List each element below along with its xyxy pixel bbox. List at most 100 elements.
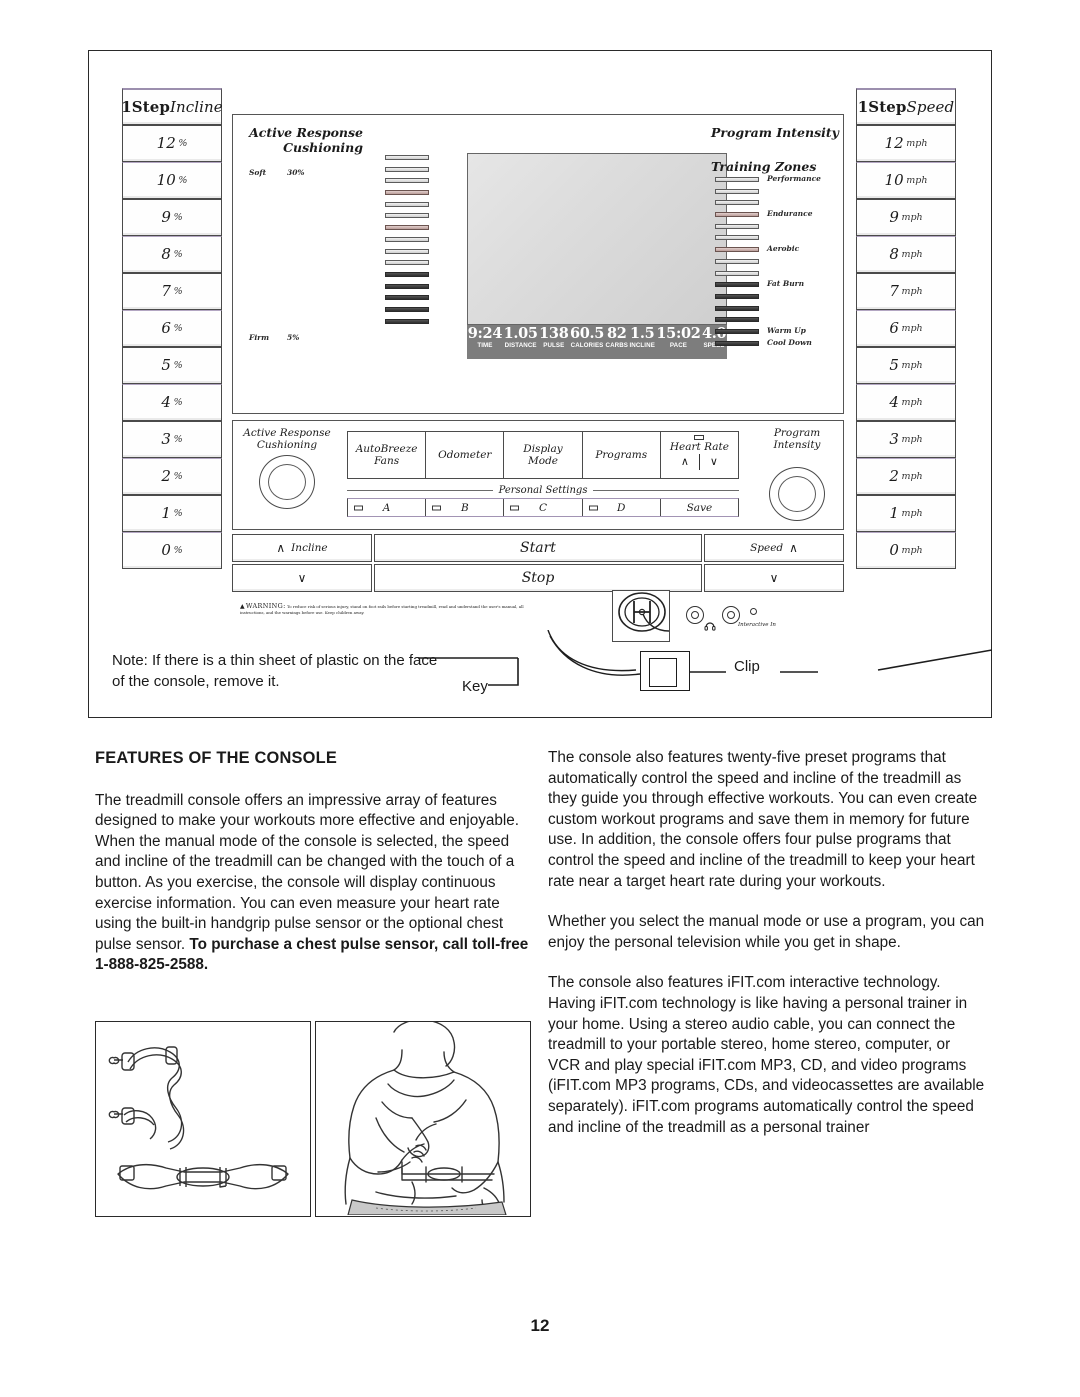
- stop-button[interactable]: Stop: [374, 563, 702, 592]
- setting-label: C: [538, 501, 548, 514]
- incline-key-9[interactable]: 9%: [122, 199, 222, 236]
- incline-key-6[interactable]: 6%: [122, 310, 222, 347]
- incline-key-7[interactable]: 7%: [122, 273, 222, 310]
- cushioning-firm-value: 5%: [287, 333, 300, 342]
- incline-key-12[interactable]: 12%: [122, 125, 222, 162]
- setting-label: B: [460, 501, 469, 514]
- button-label: AutoBreeze: [355, 443, 418, 455]
- setting-label: D: [617, 501, 626, 514]
- personal-settings-title: Personal Settings: [498, 485, 588, 496]
- speed-key-10[interactable]: 10 mph: [856, 162, 956, 199]
- incline-key-2[interactable]: 2%: [122, 458, 222, 495]
- training-zone-bar-12: [715, 305, 759, 311]
- training-zone-indicator: Performance Endurance Aerobic Fat Burn Warm …: [715, 174, 821, 352]
- chevron-down-icon: ∨: [297, 570, 307, 585]
- speed-key-5[interactable]: 5 mph: [856, 347, 956, 384]
- speed-key-6[interactable]: 6 mph: [856, 310, 956, 347]
- lower-control-row: ∨ Stop ∨: [232, 563, 844, 592]
- speed-key-1[interactable]: 1 mph: [856, 495, 956, 532]
- training-zone-bar-2: [715, 188, 759, 194]
- start-button[interactable]: Start: [374, 534, 702, 562]
- personal-setting-b[interactable]: B: [426, 499, 505, 516]
- readout-incline: 1.5 INCLINE: [629, 326, 656, 349]
- training-zone-label-7: Aerobic: [767, 244, 800, 254]
- chest-sensor-figures: [95, 1021, 531, 1217]
- personal-setting-d[interactable]: D: [582, 499, 661, 516]
- button-programs[interactable]: Programs: [582, 432, 661, 478]
- training-zone-bar-3: [715, 200, 759, 206]
- speed-key-0[interactable]: 0 mph: [856, 532, 956, 569]
- incline-down-button[interactable]: ∨: [232, 563, 372, 592]
- training-zone-label-4: Endurance: [767, 209, 813, 219]
- divider: [698, 453, 700, 470]
- incline-key-10[interactable]: 10%: [122, 162, 222, 199]
- button-odometer[interactable]: Odometer: [426, 432, 505, 478]
- incline-key-5[interactable]: 5%: [122, 347, 222, 384]
- incline-header-key[interactable]: 1StepIncline: [121, 88, 223, 125]
- speed-key-4[interactable]: 4 mph: [856, 384, 956, 421]
- incline-key-1[interactable]: 1%: [122, 495, 222, 532]
- personal-setting-c[interactable]: C: [504, 499, 583, 516]
- button-heart-rate[interactable]: Heart Rate ∧ ∨: [660, 432, 739, 478]
- speed-key-column: 1StepSpeed 12 mph 10 mph 9 mph 8 mph 7 mph 6 mph 5 mph…: [856, 88, 956, 569]
- right-paragraph-2: Whether you select the manual mode or us…: [548, 913, 985, 951]
- wearer-figure: [315, 1021, 531, 1217]
- setting-led-icon: [510, 505, 520, 510]
- speed-key-9[interactable]: 9 mph: [856, 199, 956, 236]
- incline-key-0[interactable]: 0%: [122, 532, 222, 569]
- save-button[interactable]: Save: [660, 499, 739, 516]
- button-label: Heart Rate: [669, 440, 729, 453]
- speed-up-button[interactable]: Speed ∧: [704, 534, 844, 562]
- cushioning-bar-7: [385, 225, 429, 231]
- start-stop-control-rows: ∧ Incline Start Speed ∧ ∨ Stop ∨: [232, 534, 844, 592]
- speed-key-8[interactable]: 8 mph: [856, 236, 956, 273]
- speed-up-label: Speed: [750, 542, 784, 554]
- training-zone-bar-10: [715, 282, 759, 288]
- console-control-deck: Active Response Cushioning AutoBreeze Fan…: [232, 420, 844, 530]
- key-clip-illustration: [640, 651, 690, 691]
- speed-key-2[interactable]: 2 mph: [856, 458, 956, 495]
- speed-down-button[interactable]: ∨: [704, 563, 844, 592]
- cushioning-knob[interactable]: [259, 455, 315, 509]
- rule-right: [593, 490, 740, 491]
- button-autobreeze[interactable]: AutoBreeze Fans: [348, 432, 427, 478]
- training-zone-bar-11: [715, 293, 759, 299]
- incline-key-4[interactable]: 4%: [122, 384, 222, 421]
- speed-key-7[interactable]: 7 mph: [856, 273, 956, 310]
- personal-television-screen: [467, 153, 727, 325]
- heart-rate-down-icon[interactable]: ∨: [710, 455, 718, 468]
- cushioning-bar-2: [385, 166, 429, 172]
- training-zone-bar-4: [715, 212, 759, 218]
- chevron-up-icon: ∧: [276, 541, 286, 555]
- program-intensity-knob[interactable]: [769, 467, 825, 521]
- training-zone-bar-5: [715, 223, 759, 229]
- readout-value: 15:02: [656, 325, 701, 342]
- button-label: Odometer: [438, 449, 492, 461]
- chevron-down-icon: ∨: [769, 570, 779, 585]
- readout-pulse: 138 PULSE: [538, 326, 569, 349]
- training-zone-label-15: Cool Down: [767, 337, 812, 347]
- upper-control-row: ∧ Incline Start Speed ∧: [232, 534, 844, 562]
- speed-key-12[interactable]: 12 mph: [856, 125, 956, 162]
- console-upper-panel: Active Response Cushioning Soft 30% Firm…: [232, 114, 844, 414]
- personal-setting-a[interactable]: A: [348, 499, 427, 516]
- button-display[interactable]: Display Mode: [504, 432, 583, 478]
- right-paragraph-1: The console also features twenty-five pr…: [548, 749, 978, 890]
- speed-header-key[interactable]: 1StepSpeed: [856, 88, 956, 125]
- active-response-cushioning-knob-group[interactable]: Active Response Cushioning: [239, 427, 335, 509]
- incline-key-3[interactable]: 3%: [122, 421, 222, 458]
- right-paragraph-3: The console also features iFIT.com inter…: [548, 974, 985, 1136]
- speed-key-3[interactable]: 3 mph: [856, 421, 956, 458]
- readout-label: PULSE: [543, 342, 565, 349]
- chevron-up-icon: ∧: [789, 541, 798, 555]
- heart-rate-up-icon[interactable]: ∧: [681, 455, 689, 468]
- readout-label: PACE: [669, 342, 688, 349]
- incline-key-8[interactable]: 8%: [122, 236, 222, 273]
- program-intensity-knob-group[interactable]: Program Intensity: [749, 427, 845, 521]
- cushioning-knob-caption: Active Response Cushioning: [243, 427, 331, 451]
- readout-pace: 15:02 PACE: [656, 325, 702, 349]
- headphone-jack[interactable]: [686, 606, 704, 624]
- person-wearing-strap-illustration: [344, 1022, 507, 1216]
- training-zone-label-10: Fat Burn: [767, 279, 805, 289]
- incline-up-button[interactable]: ∧ Incline: [232, 534, 372, 562]
